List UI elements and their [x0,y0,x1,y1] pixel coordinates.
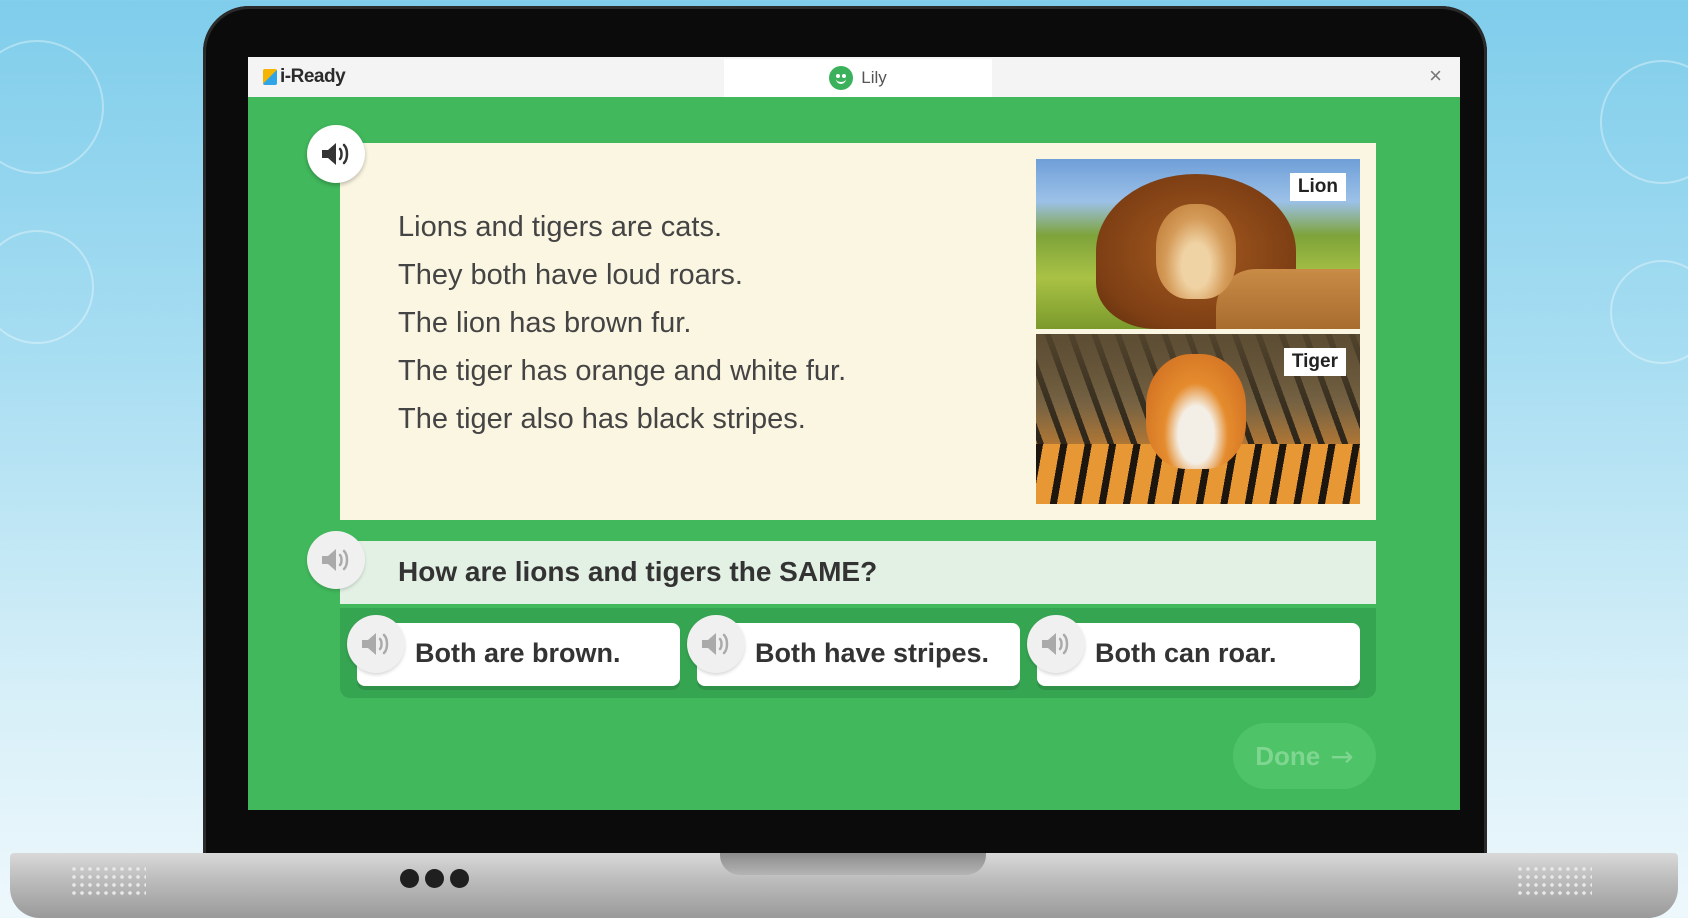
passage-panel: Lions and tigers are cats. They both hav… [340,143,1376,520]
answer-audio-button-3[interactable] [1027,615,1085,673]
answer-option-2[interactable]: Both have stripes. [697,623,1020,686]
iready-logo: i-Ready [263,66,346,88]
speaker-icon [702,633,729,655]
speaker-grille-left [70,865,146,895]
background-bubble [0,40,104,174]
question-audio-button[interactable] [307,531,365,589]
passage-line: Lions and tigers are cats. [398,211,723,243]
speaker-icon [362,633,389,655]
passage-line: The tiger has orange and white fur. [398,355,847,387]
answer-text: Both can roar. [1095,638,1277,668]
answer-audio-button-2[interactable] [687,615,745,673]
speaker-icon [322,143,349,165]
answer-audio-button-1[interactable] [347,615,405,673]
answer-text: Both have stripes. [755,638,990,668]
done-label: Done [1255,740,1321,771]
app-screen: i-Ready Lily × Lions and tigers are cats… [248,57,1460,810]
tiger-face [1146,354,1246,469]
close-icon[interactable]: × [1429,63,1442,89]
lion-label: Lion [1289,173,1346,201]
speaker-grille-right [1516,865,1592,895]
arrow-right-icon: → [1330,739,1354,773]
question-bar: How are lions and tigers the SAME? [340,541,1376,604]
logo-text: i-Ready [280,66,346,87]
background-bubble [1600,60,1688,184]
logo-cube-icon [263,69,277,85]
done-button[interactable]: Done → [1233,723,1376,789]
speaker-icon [322,549,349,571]
speaker-icon [1042,633,1069,655]
lion-photo: Lion [1036,159,1360,329]
answer-option-1[interactable]: Both are brown. [357,623,680,686]
lion-face [1156,204,1236,299]
answer-option-3[interactable]: Both can roar. [1037,623,1360,686]
lion-body [1216,269,1360,329]
user-tab: Lily [724,59,992,97]
tiger-label: Tiger [1283,348,1346,376]
passage-line: They both have loud roars. [398,259,743,291]
background-bubble [1610,260,1688,364]
smiley-avatar-icon [829,66,854,90]
tiger-photo: Tiger [1036,334,1360,504]
passage-text: Lions and tigers are cats. They both hav… [398,203,846,443]
top-bar: i-Ready Lily × [248,57,1460,97]
question-text: How are lions and tigers the SAME? [398,556,878,587]
passage-line: The lion has brown fur. [398,307,692,339]
passage-line: The tiger also has black stripes. [398,403,806,435]
user-name: Lily [861,68,887,87]
passage-audio-button[interactable] [307,125,365,183]
laptop-lights [400,869,469,888]
background-bubble [0,230,94,344]
answer-text: Both are brown. [415,638,621,668]
laptop-notch [720,853,986,875]
